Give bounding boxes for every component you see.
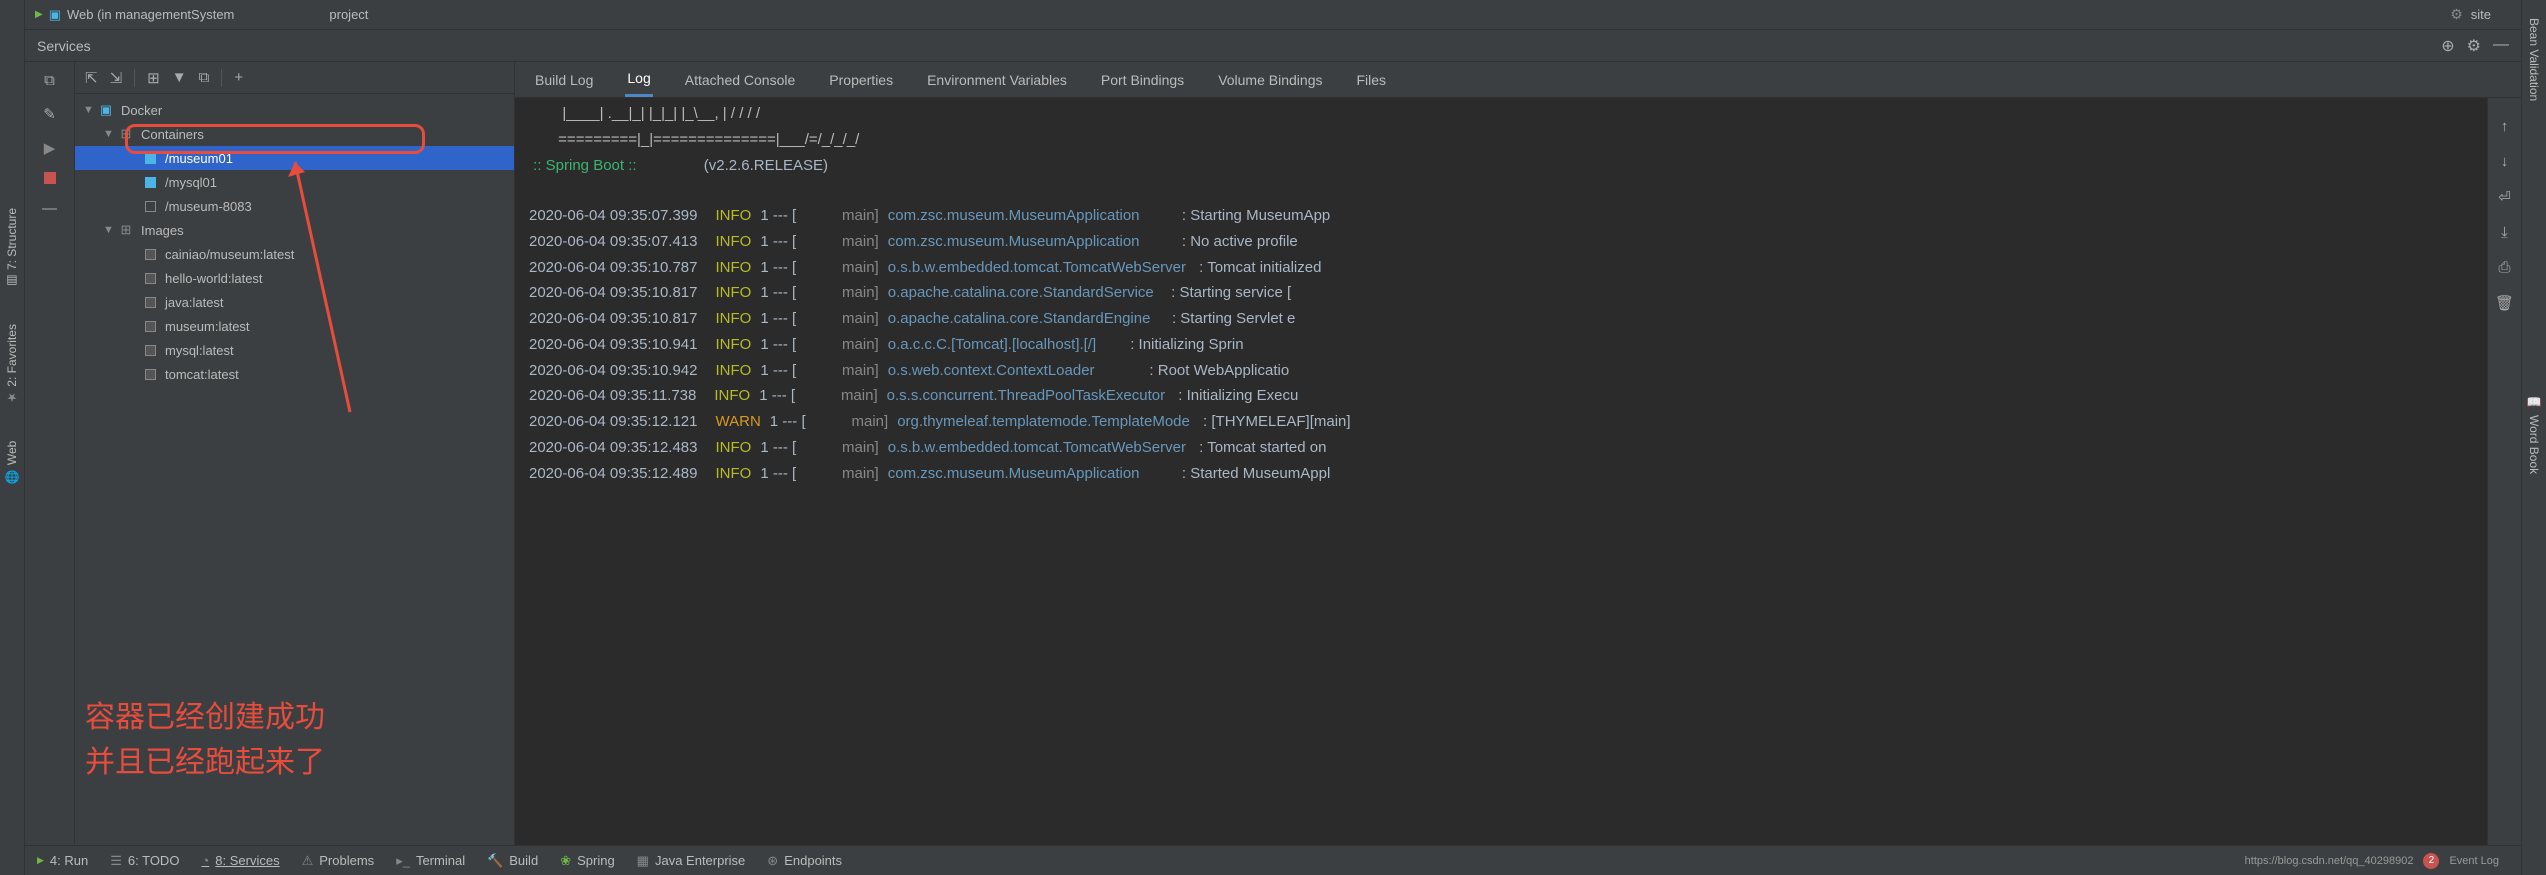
tree-node-image[interactable]: cainiao/museum:latest	[75, 242, 514, 266]
minus-icon[interactable]: —	[40, 198, 60, 218]
watermark-text: https://blog.csdn.net/qq_40298902	[2245, 855, 2414, 867]
log-output[interactable]: |____| .__|_| |_|_| |_\__, | / / / / ===…	[515, 98, 2487, 845]
tree-node-image[interactable]: java:latest	[75, 290, 514, 314]
collapse-all-icon[interactable]: ⇲	[110, 69, 123, 87]
tab-build-log[interactable]: Build Log	[533, 64, 595, 96]
favorites-tab[interactable]: ★ 2: Favorites	[3, 316, 21, 413]
gear-icon[interactable]: ⚙	[2450, 6, 2463, 23]
tree-node-docker[interactable]: ▼▣Docker	[75, 98, 514, 122]
tree-panel: ⇱ ⇲ ⊞ ▼ ⧉ + ▼▣Docker ▼⊞Containers /museu…	[75, 62, 515, 845]
tab-properties[interactable]: Properties	[827, 64, 895, 96]
tab-log[interactable]: Log	[625, 62, 652, 97]
log-gutter: ↑ ↓ ⏎ ⤓ ⎙ 🗑	[2487, 98, 2521, 845]
edit-icon[interactable]: ✎	[40, 104, 60, 124]
bottom-tab-endpoints[interactable]: ⊛Endpoints	[767, 853, 842, 869]
bottom-tab-terminal[interactable]: ▸_Terminal	[396, 853, 465, 869]
annotation-text: 容器已经创建成功 并且已经跑起来了	[85, 695, 325, 785]
scroll-to-end-icon[interactable]: ⤓	[2501, 224, 2508, 241]
web-icon: ▣	[49, 7, 61, 23]
target-icon[interactable]: ⊕	[2441, 36, 2454, 56]
soft-wrap-icon[interactable]: ⏎	[2498, 188, 2511, 206]
bottom-bar: ▶4: Run ☰6: TODO ◔8: Services ⚠Problems …	[25, 845, 2521, 875]
stop-icon[interactable]	[44, 172, 56, 184]
content-panel: Build Log Log Attached Console Propertie…	[515, 62, 2521, 845]
bottom-tab-java-ee[interactable]: ▦Java Enterprise	[637, 853, 746, 869]
filter-icon[interactable]: ▼	[172, 69, 187, 86]
project-label: project	[329, 7, 368, 22]
top-bar: ▶ ▣ Web (in managementSystem project ⚙ s…	[25, 0, 2521, 30]
bottom-tab-spring[interactable]: ❀Spring	[560, 853, 614, 869]
bottom-tab-build[interactable]: 🔨Build	[487, 853, 538, 869]
content-tabs: Build Log Log Attached Console Propertie…	[515, 62, 2521, 98]
web-tab[interactable]: 🌐 Web	[3, 433, 21, 492]
clear-icon[interactable]: 🗑	[2495, 294, 2514, 312]
tree-node-image[interactable]: mysql:latest	[75, 338, 514, 362]
plus-icon[interactable]: +	[234, 69, 243, 86]
bottom-tab-todo[interactable]: ☰6: TODO	[110, 853, 179, 869]
bean-validation-tab[interactable]: Bean Validation	[2525, 10, 2543, 109]
tree-toolbar: ⇱ ⇲ ⊞ ▼ ⧉ +	[75, 62, 514, 94]
play-icon[interactable]: ▶	[40, 138, 60, 158]
grid-icon[interactable]: ⊞	[147, 69, 160, 87]
services-header: Services ⊕ ⚙ —	[25, 30, 2521, 62]
tree-node-image[interactable]: hello-world:latest	[75, 266, 514, 290]
left-tool-rail: ▤ 7: Structure ★ 2: Favorites 🌐 Web	[0, 0, 25, 875]
tab-port-bindings[interactable]: Port Bindings	[1099, 64, 1186, 96]
event-log-button[interactable]: Event Log	[2449, 855, 2499, 867]
tree-node-museum8083[interactable]: /museum-8083	[75, 194, 514, 218]
tree-node-museum01[interactable]: /museum01	[75, 146, 514, 170]
run-config-label: Web (in managementSystem	[67, 7, 234, 22]
tab-volume-bindings[interactable]: Volume Bindings	[1216, 64, 1324, 96]
tree-node-containers[interactable]: ▼⊞Containers	[75, 122, 514, 146]
tree-node-image[interactable]: museum:latest	[75, 314, 514, 338]
tab-attached-console[interactable]: Attached Console	[683, 64, 798, 96]
settings-icon[interactable]: ⚙	[2467, 36, 2481, 56]
group-icon[interactable]: ⧉	[199, 69, 210, 86]
services-tool-column: ⧉ ✎ ▶ —	[25, 62, 75, 845]
word-book-tab[interactable]: 📖 Word Book	[2525, 389, 2543, 482]
play-icon: ▶	[35, 9, 43, 20]
tree-node-images[interactable]: ▼⊞Images	[75, 218, 514, 242]
add-icon[interactable]: ⧉	[40, 70, 60, 90]
site-label: site	[2471, 7, 2491, 22]
scroll-down-icon[interactable]: ↓	[2501, 153, 2509, 170]
print-icon[interactable]: ⎙	[2498, 259, 2510, 276]
tab-files[interactable]: Files	[1354, 64, 1388, 96]
structure-tab[interactable]: ▤ 7: Structure	[3, 200, 21, 296]
tree-node-mysql01[interactable]: /mysql01	[75, 170, 514, 194]
bottom-tab-services[interactable]: ◔8: Services	[201, 853, 279, 868]
expand-all-icon[interactable]: ⇱	[85, 69, 98, 87]
right-tool-rail: Bean Validation 📖 Word Book	[2521, 0, 2546, 875]
bottom-tab-run[interactable]: ▶4: Run	[37, 853, 88, 868]
bottom-tab-problems[interactable]: ⚠Problems	[302, 853, 375, 869]
minimize-icon[interactable]: —	[2493, 36, 2509, 56]
tab-env-vars[interactable]: Environment Variables	[925, 64, 1069, 96]
services-title: Services	[37, 38, 91, 54]
run-config-selector[interactable]: ▶ ▣ Web (in managementSystem	[35, 7, 234, 23]
notification-badge[interactable]: 2	[2423, 853, 2439, 869]
tree-node-image[interactable]: tomcat:latest	[75, 362, 514, 386]
scroll-up-icon[interactable]: ↑	[2501, 118, 2509, 135]
